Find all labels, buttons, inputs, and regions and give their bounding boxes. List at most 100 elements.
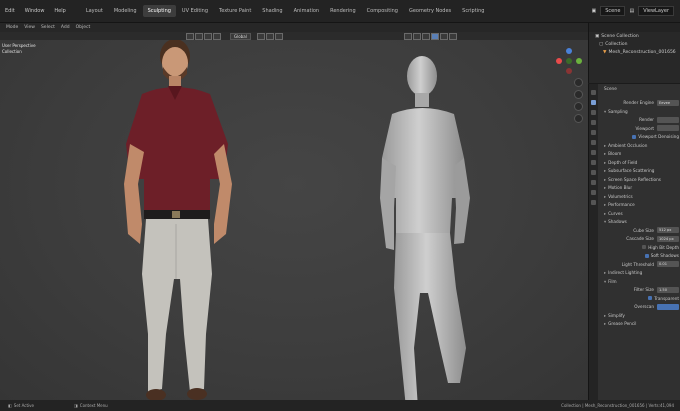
filter-size-field[interactable]: 1.50 <box>657 286 679 293</box>
transparent-row[interactable]: Transparent <box>600 294 680 303</box>
viewport-samples-field[interactable] <box>657 125 679 132</box>
viewport-denoise-row[interactable]: Viewport Denoising <box>600 133 680 142</box>
outliner-collection[interactable]: ▢ Collection <box>589 40 680 48</box>
gizmo-neg-y-axis[interactable] <box>566 58 572 64</box>
panel-sampling[interactable]: ▾ Sampling <box>600 107 680 116</box>
panel-bloom[interactable]: ▸ Bloom <box>600 150 680 159</box>
overlay-icon[interactable] <box>403 32 412 40</box>
gizmo-z-axis[interactable] <box>566 48 572 54</box>
gizmo-x-axis[interactable] <box>556 58 562 64</box>
solid-shading-icon[interactable] <box>430 32 439 40</box>
tab-uv-editing[interactable]: UV Editing <box>177 5 213 17</box>
viewport-toolbar: Global <box>0 32 588 40</box>
panel-depth-of-field[interactable]: ▸ Depth of Field <box>600 158 680 167</box>
mode-selector[interactable]: Mode <box>6 25 18 30</box>
panel-simplify[interactable]: ▸ Simplify <box>600 311 680 320</box>
snap-icon[interactable] <box>265 32 274 40</box>
render-engine-row: Render Engine Eevee <box>600 99 680 108</box>
pan-hand-icon[interactable] <box>574 90 583 99</box>
menu-help[interactable]: Help <box>54 8 65 14</box>
panel-film[interactable]: ▾ Film <box>600 277 680 286</box>
xray-icon[interactable] <box>412 32 421 40</box>
physics-tab-icon[interactable] <box>591 170 596 175</box>
panel-volumetrics[interactable]: ▸ Volumetrics <box>600 192 680 201</box>
panel-shadows[interactable]: ▾ Shadows <box>600 218 680 227</box>
cube-size-select[interactable]: 512 px <box>657 227 679 234</box>
gizmo-neg-x-axis[interactable] <box>566 68 572 74</box>
orientation-selector[interactable]: Global <box>230 32 251 40</box>
world-tab-icon[interactable] <box>591 140 596 145</box>
tab-shading[interactable]: Shading <box>257 5 287 17</box>
scene-tab-icon[interactable] <box>591 130 596 135</box>
proportional-edit-icon[interactable] <box>274 32 283 40</box>
panel-subsurface-scattering[interactable]: ▸ Subsurface Scattering <box>600 167 680 176</box>
zoom-icon[interactable] <box>574 78 583 87</box>
scene-selector[interactable]: Scene <box>600 6 626 16</box>
rendered-shading-icon[interactable] <box>448 32 457 40</box>
viewport-samples-row: Viewport <box>600 124 680 133</box>
select-box-icon[interactable] <box>186 32 194 40</box>
viewport-denoise-checkbox[interactable] <box>632 134 637 139</box>
outliner-mesh-object[interactable]: ▼ Mesh_Reconstruction_001656 <box>589 48 680 56</box>
tab-rendering[interactable]: Rendering <box>325 5 361 17</box>
tab-sculpting[interactable]: Sculpting <box>142 5 176 17</box>
tab-scripting[interactable]: Scripting <box>457 5 489 17</box>
constraints-tab-icon[interactable] <box>591 180 596 185</box>
perspective-grid-icon[interactable] <box>574 114 583 123</box>
cascade-size-select[interactable]: 1024 px <box>657 235 679 242</box>
overscan-field[interactable] <box>657 303 679 310</box>
scale-icon[interactable] <box>213 32 221 40</box>
pivot-icon[interactable] <box>256 32 265 40</box>
panel-performance[interactable]: ▸ Performance <box>600 201 680 210</box>
tool-tab-icon[interactable] <box>591 90 596 95</box>
panel-ambient-occlusion[interactable]: ▸ Ambient Occlusion <box>600 141 680 150</box>
soft-shadows-row[interactable]: Soft Shadows <box>600 252 680 261</box>
tab-animation[interactable]: Animation <box>289 5 325 17</box>
tab-texture-paint[interactable]: Texture Paint <box>214 5 256 17</box>
panel-motion-blur[interactable]: ▸ Motion Blur <box>600 184 680 193</box>
tab-modeling[interactable]: Modeling <box>109 5 142 17</box>
header-menu-select[interactable]: Select <box>41 25 55 30</box>
material-tab-icon[interactable] <box>591 200 596 205</box>
light-threshold-field[interactable]: 0.01 <box>657 261 679 268</box>
menu-window[interactable]: Window <box>25 8 45 14</box>
overscan-row[interactable]: Overscan <box>600 303 680 312</box>
view-layer-tab-icon[interactable] <box>591 120 596 125</box>
panel-curves[interactable]: ▸ Curves <box>600 209 680 218</box>
tab-layout[interactable]: Layout <box>81 5 108 17</box>
render-samples-field[interactable] <box>657 116 679 123</box>
3d-viewport[interactable]: User Perspective Collection <box>0 40 588 400</box>
gizmo-y-axis[interactable] <box>576 58 582 64</box>
header-menu-view[interactable]: View <box>24 25 35 30</box>
object-tab-icon[interactable] <box>591 150 596 155</box>
panel-indirect-lighting[interactable]: ▸ Indirect Lighting <box>600 269 680 278</box>
tab-compositing[interactable]: Compositing <box>362 5 403 17</box>
navigation-gizmo[interactable] <box>556 48 582 74</box>
modifier-tab-icon[interactable] <box>591 160 596 165</box>
render-samples-row: Render <box>600 116 680 125</box>
header-menu-object[interactable]: Object <box>76 25 91 30</box>
panel-grease-pencil[interactable]: ▸ Grease Pencil <box>600 320 680 329</box>
rotate-icon[interactable] <box>204 32 212 40</box>
main-menu: Edit Window Help <box>0 8 71 14</box>
tab-geometry-nodes[interactable]: Geometry Nodes <box>404 5 456 17</box>
panel-screen-space-reflections[interactable]: ▸ Screen Space Reflections <box>600 175 680 184</box>
header-menu-add[interactable]: Add <box>61 25 70 30</box>
outliner-scene-collection[interactable]: ▣ Scene Collection <box>589 32 680 40</box>
material-shading-icon[interactable] <box>439 32 448 40</box>
view-layer-selector[interactable]: ViewLayer <box>638 6 674 16</box>
render-engine-select[interactable]: Eevee <box>657 99 679 106</box>
camera-icon[interactable] <box>574 102 583 111</box>
cube-size-row: Cube Size 512 px <box>600 226 680 235</box>
menu-edit[interactable]: Edit <box>5 8 15 14</box>
soft-shadows-checkbox[interactable] <box>644 253 649 258</box>
high-bit-depth-row[interactable]: High Bit Depth <box>600 243 680 252</box>
output-tab-icon[interactable] <box>591 110 596 115</box>
data-tab-icon[interactable] <box>591 190 596 195</box>
high-bit-depth-checkbox[interactable] <box>642 245 647 250</box>
status-right: Collection | Mesh_Reconstruction_001656 … <box>561 403 674 408</box>
transparent-checkbox[interactable] <box>648 296 653 301</box>
wireframe-shading-icon[interactable] <box>421 32 430 40</box>
render-tab-icon[interactable] <box>591 100 596 105</box>
move-icon[interactable] <box>195 32 203 40</box>
